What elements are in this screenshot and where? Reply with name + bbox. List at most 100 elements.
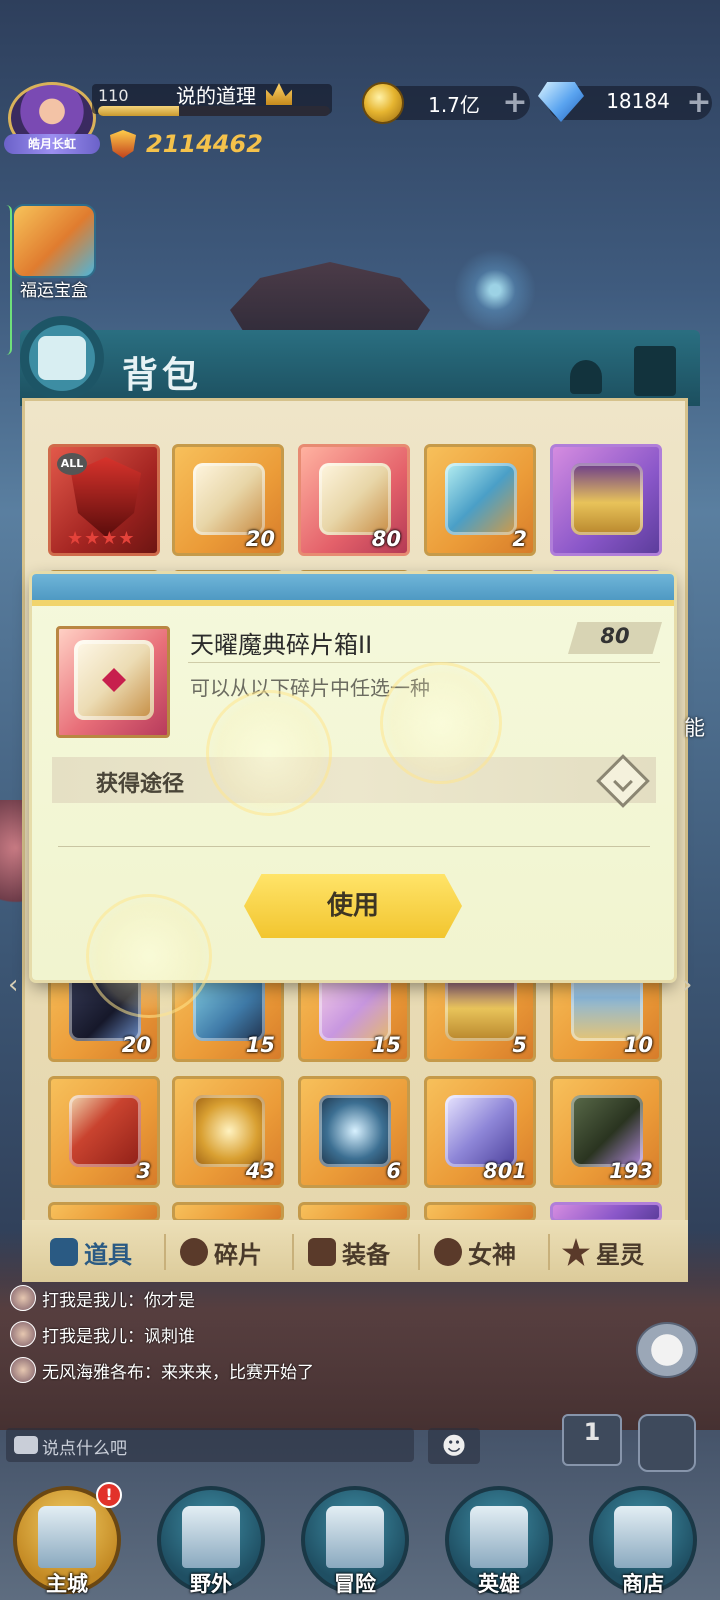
chat-text: 打我是我儿：讽刺谁 (42, 1326, 195, 1347)
combat-power-icon (110, 130, 136, 158)
shop-icon (614, 1506, 672, 1568)
inventory-slot[interactable]: 6 (298, 1076, 410, 1188)
lucky-box-label: 福运宝盒 (20, 281, 88, 301)
nav-heroes[interactable]: 英雄 (440, 1476, 558, 1600)
avatar-title: 皓月长虹 (4, 134, 100, 154)
inventory-slot[interactable] (172, 1202, 284, 1222)
inventory-slot[interactable]: 80 (298, 444, 410, 556)
nav-label: 冒险 (334, 1572, 376, 1596)
item-quantity: 193 (609, 1159, 653, 1183)
tab-star-spirit[interactable]: 星灵 (562, 1228, 644, 1276)
use-button[interactable]: 使用 (244, 874, 462, 938)
item-title: 天曜魔典碎片箱II (190, 631, 373, 659)
inventory-slot[interactable] (48, 1202, 160, 1222)
nav-label: 英雄 (478, 1572, 520, 1596)
item-quantity: 3 (136, 1159, 151, 1183)
chat-bubble-icon (14, 1436, 38, 1454)
bag-title: 背包 (122, 355, 203, 396)
all-badge: ALL (57, 453, 87, 475)
gold-value: 1.7亿 (428, 93, 480, 117)
star-tab-icon (562, 1238, 590, 1266)
gem-value: 18184 (606, 89, 670, 113)
chat-text: 打我是我儿：你才是 (42, 1290, 195, 1311)
tab-label: 碎片 (214, 1240, 262, 1269)
inventory-slot[interactable] (298, 1202, 410, 1222)
side-panel-edge (0, 205, 12, 355)
item-quantity: 15 (371, 1033, 401, 1057)
portal-icon (182, 1506, 240, 1568)
white-chest-icon (193, 463, 265, 535)
add-gem-button[interactable]: + (686, 88, 712, 118)
inventory-slot[interactable]: 193 (550, 1076, 662, 1188)
inventory-slot[interactable] (550, 444, 662, 556)
notification-badge: ! (96, 1482, 122, 1508)
player-level: 110 (98, 86, 129, 105)
fragments-tab-icon (180, 1238, 208, 1266)
glow-bubble (86, 894, 212, 1018)
tab-equipment[interactable]: 装备 (308, 1228, 390, 1276)
glow-bubble (206, 690, 332, 816)
acquisition-source-label: 获得途径 (96, 772, 185, 797)
tab-label: 星灵 (596, 1240, 644, 1269)
emoji-button[interactable]: ☻ (428, 1428, 480, 1464)
lucky-box-icon[interactable] (12, 204, 96, 278)
tab-label: 女神 (468, 1240, 516, 1269)
player-name: 说的道理 (176, 84, 256, 108)
inventory-slot[interactable]: 3 (48, 1076, 160, 1188)
exp-fill (98, 106, 180, 116)
equipment-tab-icon (308, 1238, 336, 1266)
gold-coin-icon (362, 82, 404, 124)
tab-divider (418, 1234, 420, 1270)
chat-message: 无风海雅各布：来来来，比赛开始了 (10, 1354, 314, 1386)
chat-placeholder: 说点什么吧 (42, 1439, 127, 1459)
inventory-slot[interactable]: 20 (172, 444, 284, 556)
tab-divider (164, 1234, 166, 1270)
gold-chest-icon (571, 463, 643, 535)
item-quantity: 43 (245, 1159, 275, 1183)
inventory-slot[interactable]: 43 (172, 1076, 284, 1188)
chat-message: 打我是我儿：讽刺谁 (10, 1318, 195, 1350)
nav-wild[interactable]: 野外 (152, 1476, 270, 1600)
inventory-slot[interactable]: 2 (424, 444, 536, 556)
item-quantity: 20 (121, 1033, 151, 1057)
chat-text: 无风海雅各布：来来来，比赛开始了 (42, 1362, 314, 1383)
tab-goddess[interactable]: 女神 (434, 1228, 516, 1276)
crystal-icon (445, 463, 517, 535)
castle-icon (38, 1506, 96, 1568)
glow-bubble (380, 662, 502, 784)
cat-silhouette-icon (570, 360, 602, 394)
red-card-icon (69, 1095, 141, 1167)
item-quantity: 80 (371, 527, 401, 551)
friends-icon[interactable] (636, 1322, 698, 1378)
inventory-slot[interactable]: ALL ★★★★ (48, 444, 160, 556)
nav-adventure[interactable]: 冒险 (296, 1476, 414, 1600)
grimoire-fragment-box-icon (319, 463, 391, 535)
add-gold-button[interactable]: + (502, 88, 528, 118)
nav-label: 商店 (622, 1572, 664, 1596)
goddess-tab-icon (434, 1238, 462, 1266)
chat-avatar (10, 1321, 36, 1347)
exp-bar (98, 106, 330, 116)
tab-label: 道具 (84, 1240, 132, 1269)
tab-items[interactable]: 道具 (50, 1228, 132, 1276)
item-quantity: 20 (245, 527, 275, 551)
item-count: 80 (600, 624, 630, 648)
dialog-header-trim (32, 600, 674, 606)
combat-power-value: 2114462 (146, 130, 263, 158)
tab-fragments[interactable]: 碎片 (180, 1228, 262, 1276)
item-quantity: 15 (245, 1033, 275, 1057)
nav-shop[interactable]: 商店 (584, 1476, 702, 1600)
ranking-number: 1 (583, 1418, 601, 1446)
items-tab-icon (50, 1238, 78, 1266)
nav-label: 主城 (46, 1572, 88, 1596)
inventory-slot[interactable] (424, 1202, 536, 1222)
inventory-slot[interactable] (550, 1202, 662, 1222)
arrow-right-icon: › (682, 970, 693, 1000)
inventory-slot[interactable]: 801 (424, 1076, 536, 1188)
chat-avatar (10, 1285, 36, 1311)
item-quantity: 5 (512, 1033, 527, 1057)
backpack-button-icon[interactable] (638, 1414, 696, 1472)
golden-compass-icon (193, 1095, 265, 1167)
tab-label: 装备 (342, 1240, 390, 1269)
nav-main-city[interactable]: ! 主城 (8, 1476, 126, 1600)
